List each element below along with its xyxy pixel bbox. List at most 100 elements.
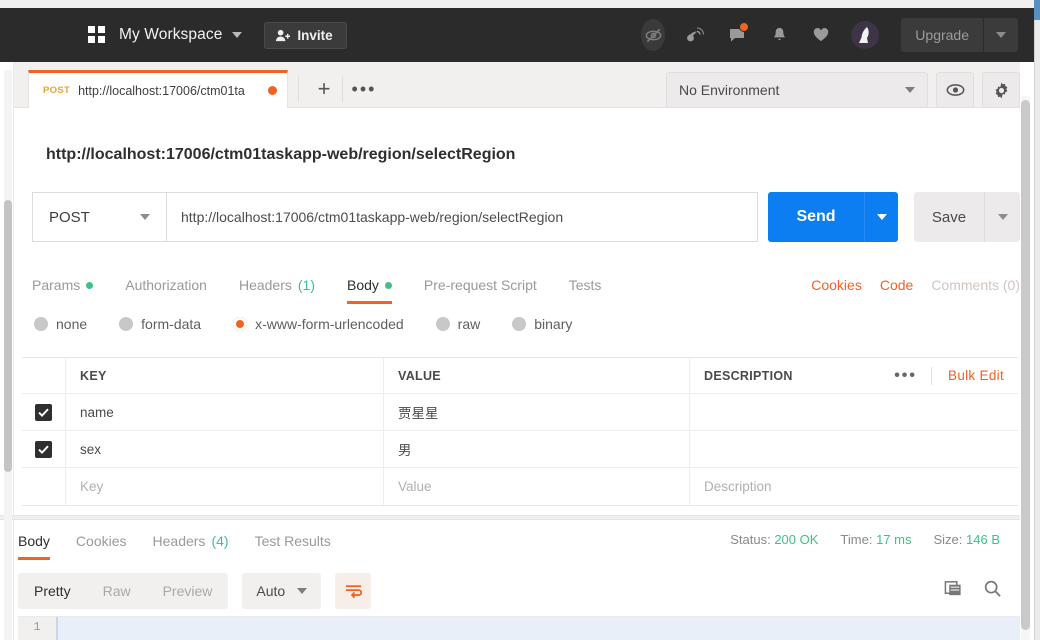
radio-icon	[512, 317, 527, 331]
response-tab-headers-count: (4)	[211, 533, 229, 549]
response-divider[interactable]	[0, 515, 1020, 520]
body-type-binary-label: binary	[534, 316, 573, 332]
status-label: Status:	[730, 531, 771, 547]
tab-body[interactable]: Body	[347, 266, 392, 304]
row-description[interactable]	[690, 431, 1018, 467]
table-header-actions: ••• Bulk Edit	[880, 366, 1004, 385]
header-key: KEY	[66, 358, 384, 393]
row-key[interactable]: sex	[66, 431, 384, 467]
header-value: VALUE	[384, 358, 690, 393]
tab-params[interactable]: Params	[32, 266, 94, 304]
view-mode-preview[interactable]: Preview	[147, 573, 229, 609]
body-type-form-data[interactable]: form-data	[119, 316, 201, 332]
row-checkbox-checked[interactable]	[35, 403, 52, 421]
code-link[interactable]: Code	[880, 277, 913, 293]
params-indicator-dot	[86, 281, 94, 289]
response-tab-test-results[interactable]: Test Results	[255, 522, 331, 560]
url-input[interactable]: http://localhost:17006/ctm01taskapp-web/…	[166, 192, 758, 242]
status-group: Status: 200 OK	[730, 532, 818, 547]
environment-select[interactable]: No Environment	[666, 72, 928, 108]
empty-row-value-input[interactable]: Value	[384, 468, 690, 505]
table-row[interactable]: sex 男	[22, 431, 1018, 468]
tab-tests-label: Tests	[568, 277, 602, 293]
row-checkbox-checked[interactable]	[35, 440, 52, 458]
tab-pre-request-script[interactable]: Pre-request Script	[424, 266, 537, 304]
upgrade-chevron-down-icon[interactable]	[984, 32, 1018, 38]
response-tab-cookies[interactable]: Cookies	[76, 522, 127, 560]
body-type-urlencoded-label: x-www-form-urlencoded	[255, 316, 404, 332]
size-value: 146 B	[966, 531, 1000, 547]
code-line-number: 1	[18, 617, 56, 640]
code-line-content[interactable]	[56, 617, 1020, 640]
view-mode-pretty[interactable]: Pretty	[18, 573, 87, 609]
request-tabs-right-links: Cookies Code Comments (0)	[811, 266, 1020, 304]
satellite-dish-icon[interactable]	[683, 23, 707, 47]
row-value[interactable]: 男	[384, 431, 690, 467]
left-scrollbar-thumb[interactable]	[4, 200, 12, 472]
tab-options-button[interactable]: •••	[344, 70, 384, 108]
response-view-mode-group: Pretty Raw Preview	[18, 573, 229, 609]
bell-glyph	[773, 27, 785, 40]
body-type-binary[interactable]: binary	[512, 316, 572, 332]
upgrade-button[interactable]: Upgrade	[901, 18, 1018, 52]
comment-icon[interactable]	[725, 22, 750, 47]
search-icon	[984, 580, 1001, 597]
chevron-down-icon	[876, 214, 887, 220]
response-tab-test-results-label: Test Results	[254, 533, 331, 549]
interceptor-off-icon[interactable]	[641, 19, 666, 51]
tab-headers[interactable]: Headers (1)	[239, 266, 315, 304]
save-button[interactable]: Save	[914, 192, 984, 242]
response-tab-headers[interactable]: Headers (4)	[153, 522, 229, 560]
bulk-edit-button[interactable]: Bulk Edit	[932, 368, 1004, 383]
table-header-row: KEY VALUE DESCRIPTION ••• Bulk Edit	[22, 358, 1018, 394]
check-icon	[38, 445, 49, 454]
comments-link[interactable]: Comments (0)	[931, 277, 1020, 293]
http-method-select[interactable]: POST	[32, 192, 166, 242]
request-tab[interactable]: POST http://localhost:17006/ctm01ta	[28, 70, 288, 108]
bell-icon[interactable]	[767, 23, 791, 47]
table-row[interactable]: name 贾星星	[22, 394, 1018, 431]
window-right-edge	[1034, 0, 1040, 640]
empty-row-key-input[interactable]: Key	[66, 468, 384, 505]
time-value: 17 ms	[876, 531, 912, 547]
copy-button[interactable]	[944, 579, 963, 603]
workspace-grid-icon[interactable]	[88, 26, 106, 44]
send-button[interactable]: Send	[768, 192, 864, 242]
environment-quick-look-button[interactable]	[936, 72, 974, 108]
cookies-link[interactable]: Cookies	[811, 277, 862, 293]
right-scrollbar-thumb[interactable]	[1021, 100, 1030, 630]
time-group: Time: 17 ms	[840, 532, 911, 547]
response-format-select[interactable]: Auto	[242, 573, 322, 609]
response-tab-body[interactable]: Body	[18, 522, 50, 560]
empty-row-description-input[interactable]: Description	[690, 468, 1018, 505]
table-options-button[interactable]: •••	[880, 367, 931, 385]
unsaved-indicator-dot	[268, 86, 277, 95]
tab-tests[interactable]: Tests	[569, 266, 602, 304]
row-description[interactable]	[690, 394, 1018, 430]
tab-authorization[interactable]: Authorization	[125, 266, 207, 304]
row-value[interactable]: 贾星星	[384, 394, 690, 430]
response-body-code-editor[interactable]: 1	[18, 616, 1020, 640]
row-key[interactable]: name	[66, 394, 384, 430]
send-options-button[interactable]	[864, 192, 898, 242]
invite-button[interactable]: Invite	[264, 21, 347, 49]
word-wrap-icon	[345, 585, 362, 599]
body-type-none[interactable]: none	[34, 316, 87, 332]
heart-icon[interactable]	[809, 23, 833, 47]
chevron-down-icon[interactable]	[232, 32, 243, 38]
heart-glyph	[814, 27, 829, 41]
search-button[interactable]	[983, 579, 1002, 603]
body-type-raw[interactable]: raw	[435, 316, 480, 332]
avatar[interactable]	[851, 21, 880, 49]
word-wrap-button[interactable]	[335, 573, 372, 609]
response-format-value: Auto	[256, 583, 286, 599]
save-options-button[interactable]	[984, 192, 1020, 242]
workspace-name[interactable]: My Workspace	[119, 26, 222, 44]
response-tab-headers-label: Headers	[152, 533, 206, 549]
environment-settings-button[interactable]	[982, 72, 1020, 108]
avatar-glyph	[859, 27, 869, 43]
body-type-urlencoded[interactable]: x-www-form-urlencoded	[233, 316, 404, 332]
table-empty-row[interactable]: Key Value Description	[22, 468, 1018, 505]
new-tab-button[interactable]: +	[304, 70, 344, 108]
view-mode-raw[interactable]: Raw	[87, 573, 147, 609]
